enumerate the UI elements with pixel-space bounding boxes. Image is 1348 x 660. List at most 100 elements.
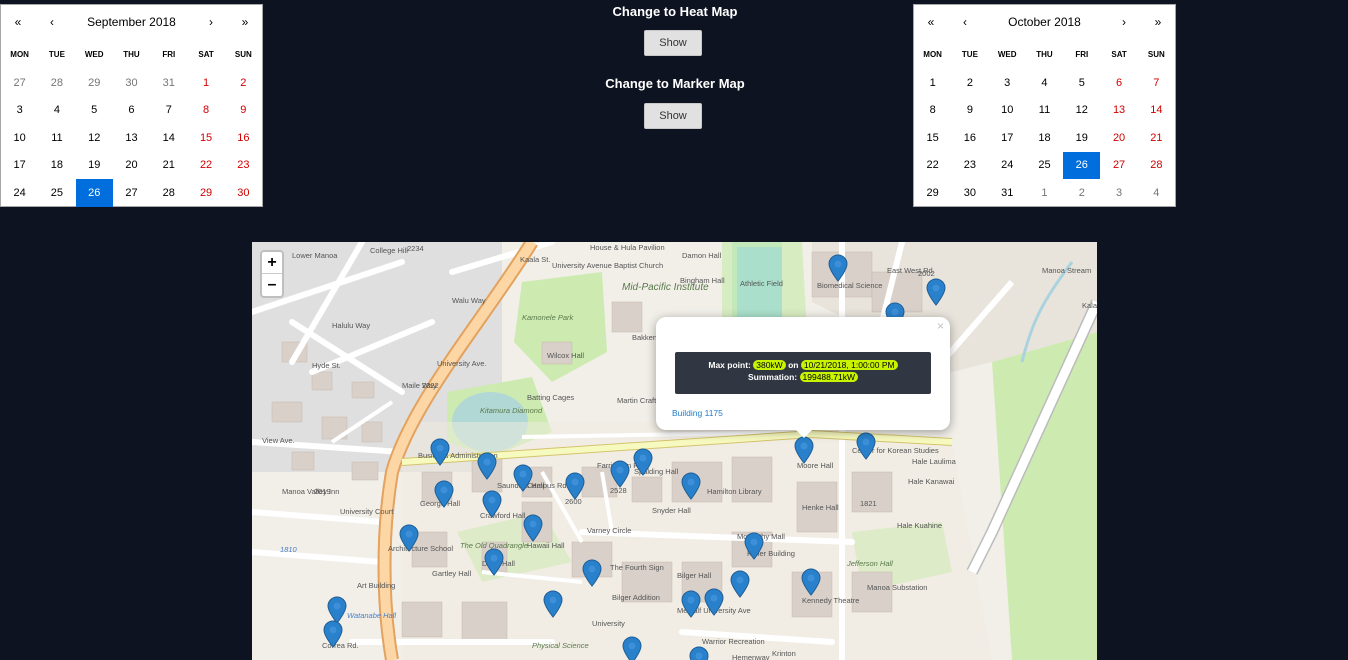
prev-year-button[interactable]: «: [914, 5, 948, 39]
day-cell[interactable]: 31: [989, 179, 1026, 207]
day-cell[interactable]: 2: [951, 69, 988, 97]
building-marker-icon[interactable]: [430, 438, 450, 466]
day-cell[interactable]: 18: [38, 152, 75, 180]
building-marker-icon[interactable]: [633, 448, 653, 476]
building-marker-icon[interactable]: [477, 452, 497, 480]
building-marker-icon[interactable]: [543, 590, 563, 618]
day-cell[interactable]: 2: [225, 69, 262, 97]
day-cell[interactable]: 30: [113, 69, 150, 97]
day-cell[interactable]: 10: [1, 124, 38, 152]
building-marker-icon[interactable]: [730, 570, 750, 598]
building-marker-icon[interactable]: [610, 460, 630, 488]
day-cell[interactable]: 13: [1100, 97, 1137, 125]
day-cell[interactable]: 4: [1026, 69, 1063, 97]
day-cell[interactable]: 9: [951, 97, 988, 125]
day-cell[interactable]: 15: [187, 124, 224, 152]
day-cell[interactable]: 23: [951, 152, 988, 180]
prev-year-button[interactable]: «: [1, 5, 35, 39]
month-label[interactable]: October 2018: [982, 15, 1107, 29]
day-cell[interactable]: 1: [187, 69, 224, 97]
month-label[interactable]: September 2018: [69, 15, 194, 29]
day-cell[interactable]: 21: [150, 152, 187, 180]
day-cell[interactable]: 7: [1138, 69, 1175, 97]
day-cell[interactable]: 28: [150, 179, 187, 207]
day-cell-selected[interactable]: 26: [75, 179, 113, 207]
day-cell[interactable]: 19: [1063, 124, 1100, 152]
building-marker-icon[interactable]: [523, 514, 543, 542]
building-marker-icon[interactable]: [399, 524, 419, 552]
building-marker-icon[interactable]: [794, 436, 814, 464]
day-cell[interactable]: 2: [1063, 179, 1100, 207]
building-marker-icon[interactable]: [926, 278, 946, 306]
day-cell[interactable]: 15: [914, 124, 951, 152]
day-cell[interactable]: 27: [1, 69, 38, 97]
prev-month-button[interactable]: ‹: [35, 5, 69, 39]
day-cell[interactable]: 29: [914, 179, 951, 207]
building-marker-icon[interactable]: [434, 480, 454, 508]
day-cell[interactable]: 21: [1138, 124, 1175, 152]
day-cell[interactable]: 7: [150, 97, 187, 125]
day-cell[interactable]: 25: [1026, 152, 1063, 180]
building-marker-icon[interactable]: [582, 559, 602, 587]
day-cell[interactable]: 30: [225, 179, 262, 207]
building-marker-icon[interactable]: [622, 636, 642, 660]
day-cell[interactable]: 1: [1026, 179, 1063, 207]
building-marker-icon[interactable]: [828, 254, 848, 282]
day-cell[interactable]: 16: [951, 124, 988, 152]
popup-close-button[interactable]: ×: [937, 319, 944, 333]
day-cell[interactable]: 22: [914, 152, 951, 180]
show-marker-map-button[interactable]: Show: [644, 103, 702, 129]
day-cell[interactable]: 31: [150, 69, 187, 97]
show-heat-map-button[interactable]: Show: [644, 30, 702, 56]
zoom-out-button[interactable]: –: [262, 274, 282, 296]
next-month-button[interactable]: ›: [1107, 5, 1141, 39]
building-marker-icon[interactable]: [323, 620, 343, 648]
day-cell[interactable]: 3: [989, 69, 1026, 97]
day-cell[interactable]: 12: [76, 124, 113, 152]
day-cell[interactable]: 17: [1, 152, 38, 180]
day-cell[interactable]: 4: [38, 97, 75, 125]
day-cell[interactable]: 14: [150, 124, 187, 152]
prev-month-button[interactable]: ‹: [948, 5, 982, 39]
day-cell[interactable]: 5: [1063, 69, 1100, 97]
day-cell[interactable]: 3: [1100, 179, 1137, 207]
day-cell[interactable]: 13: [113, 124, 150, 152]
day-cell[interactable]: 20: [1100, 124, 1137, 152]
building-marker-icon[interactable]: [513, 464, 533, 492]
day-cell[interactable]: 8: [187, 97, 224, 125]
day-cell[interactable]: 4: [1138, 179, 1175, 207]
day-cell[interactable]: 23: [225, 152, 262, 180]
building-marker-icon[interactable]: [484, 548, 504, 576]
day-cell[interactable]: 17: [989, 124, 1026, 152]
building-marker-icon[interactable]: [689, 646, 709, 660]
campus-map[interactable]: Lower Manoa College Hill 2234 Kaala St. Univ…: [252, 242, 1097, 660]
day-cell[interactable]: 11: [38, 124, 75, 152]
day-cell[interactable]: 27: [113, 179, 150, 207]
building-marker-icon[interactable]: [565, 472, 585, 500]
building-marker-icon[interactable]: [856, 432, 876, 460]
building-marker-icon[interactable]: [681, 590, 701, 618]
day-cell[interactable]: 11: [1026, 97, 1063, 125]
next-month-button[interactable]: ›: [194, 5, 228, 39]
day-cell[interactable]: 24: [1, 179, 38, 207]
day-cell[interactable]: 10: [989, 97, 1026, 125]
day-cell[interactable]: 28: [1138, 152, 1175, 180]
day-cell[interactable]: 18: [1026, 124, 1063, 152]
day-cell-selected[interactable]: 26: [1063, 151, 1101, 179]
day-cell[interactable]: 22: [187, 152, 224, 180]
day-cell[interactable]: 8: [914, 97, 951, 125]
building-marker-icon[interactable]: [704, 588, 724, 616]
next-year-button[interactable]: »: [1141, 5, 1175, 39]
next-year-button[interactable]: »: [228, 5, 262, 39]
building-marker-icon[interactable]: [744, 532, 764, 560]
day-cell[interactable]: 5: [76, 97, 113, 125]
day-cell[interactable]: 16: [225, 124, 262, 152]
building-marker-icon[interactable]: [801, 568, 821, 596]
day-cell[interactable]: 28: [38, 69, 75, 97]
day-cell[interactable]: 9: [225, 97, 262, 125]
day-cell[interactable]: 25: [38, 179, 75, 207]
day-cell[interactable]: 29: [76, 69, 113, 97]
day-cell[interactable]: 12: [1063, 97, 1100, 125]
day-cell[interactable]: 30: [951, 179, 988, 207]
building-link[interactable]: Building 1175: [672, 408, 723, 418]
